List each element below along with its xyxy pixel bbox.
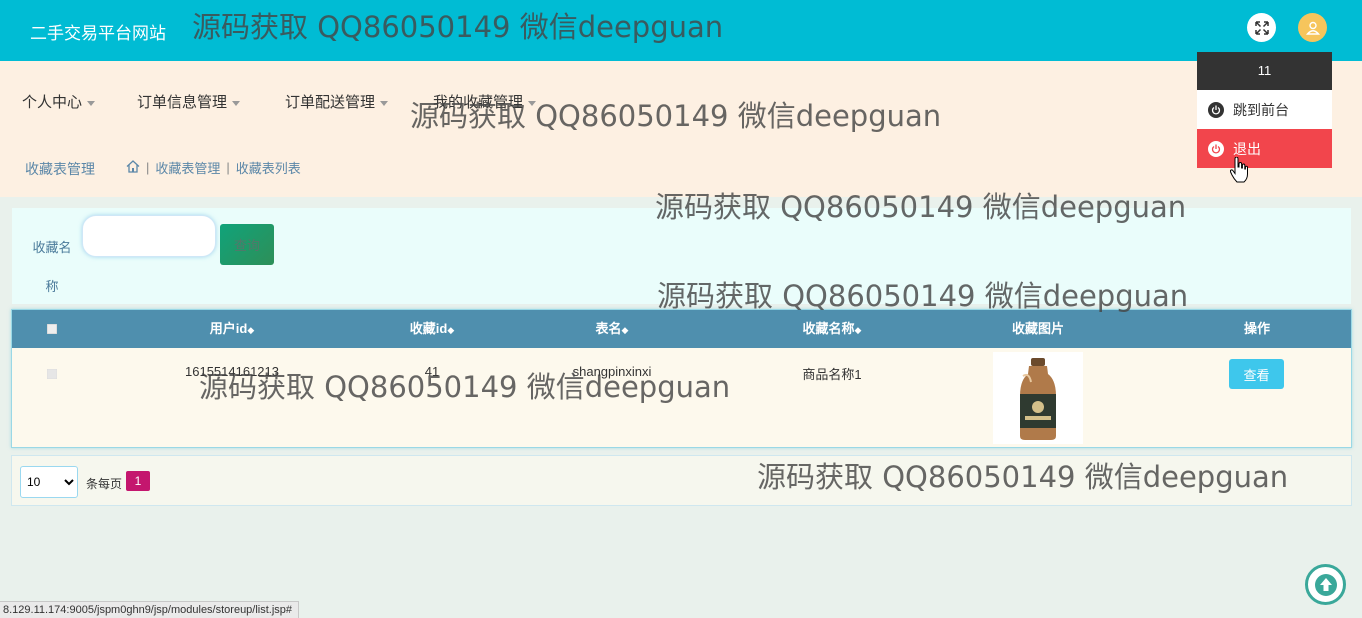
chevron-down-icon bbox=[528, 100, 537, 106]
nav-item-order-info[interactable]: 订单信息管理 bbox=[137, 91, 241, 112]
go-to-frontend-item[interactable]: 跳到前台 bbox=[1197, 90, 1332, 129]
search-button[interactable]: 查询 bbox=[220, 224, 274, 265]
select-all-checkbox[interactable] bbox=[47, 324, 57, 334]
power-icon bbox=[1208, 101, 1224, 118]
favorites-table: 用户id◆ 收藏id◆ 表名◆ 收藏名称◆ 收藏图片 操作 1615514161… bbox=[11, 309, 1352, 448]
column-header-fav-image: 收藏图片 bbox=[1011, 321, 1064, 336]
search-label: 收藏名称 bbox=[32, 240, 72, 294]
logout-power-icon bbox=[1208, 140, 1224, 157]
cell-user-id: 1615514161213 bbox=[185, 364, 279, 379]
user-avatar-icon[interactable] bbox=[1298, 13, 1327, 42]
home-icon[interactable] bbox=[126, 159, 140, 176]
status-url-bar: 8.129.11.174:9005/jspm0ghn9/jsp/modules/… bbox=[0, 601, 300, 618]
page-size-select[interactable]: 10 bbox=[20, 466, 78, 498]
sort-icon: ◆ bbox=[621, 325, 629, 335]
view-button[interactable]: 查看 bbox=[1229, 359, 1284, 389]
nav-item-my-favorites[interactable]: 我的收藏管理 bbox=[433, 91, 537, 112]
breadcrumb-separator: | bbox=[146, 160, 150, 175]
logout-item[interactable]: 退出 bbox=[1197, 129, 1332, 168]
column-header-user-id[interactable]: 用户id◆ bbox=[187, 310, 277, 348]
column-header-actions: 操作 bbox=[1243, 321, 1270, 336]
column-header-fav-id[interactable]: 收藏id◆ bbox=[387, 310, 477, 348]
sort-icon: ◆ bbox=[447, 325, 455, 335]
breadcrumb-bar: 收藏表管理 | 收藏表管理 | 收藏表列表 bbox=[0, 137, 1362, 197]
sort-icon: ◆ bbox=[247, 325, 255, 335]
fav-name-search-input[interactable] bbox=[82, 215, 216, 257]
per-page-label: 条每页 bbox=[86, 477, 123, 491]
nav-item-order-delivery[interactable]: 订单配送管理 bbox=[285, 91, 389, 112]
chevron-down-icon bbox=[87, 100, 96, 106]
page-number-button[interactable]: 1 bbox=[126, 471, 150, 491]
user-dropdown-menu: 11 跳到前台 退出 bbox=[1197, 52, 1332, 168]
sort-icon: ◆ bbox=[854, 325, 862, 335]
breadcrumb-separator: | bbox=[226, 160, 230, 175]
row-checkbox[interactable] bbox=[47, 369, 57, 379]
top-bar: 二手交易平台网站 bbox=[0, 0, 1362, 61]
hand-cursor-icon bbox=[1230, 157, 1248, 183]
column-header-fav-name[interactable]: 收藏名称◆ bbox=[777, 310, 887, 348]
scroll-to-top-button[interactable] bbox=[1305, 564, 1346, 605]
main-nav: 个人中心 订单信息管理 订单配送管理 我的收藏管理 bbox=[0, 61, 1362, 137]
breadcrumb-link-storeup[interactable]: 收藏表管理 bbox=[155, 158, 220, 177]
chevron-down-icon bbox=[380, 100, 389, 106]
arrow-up-icon bbox=[1314, 573, 1337, 596]
site-title: 二手交易平台网站 bbox=[30, 24, 166, 43]
nav-item-personal-center[interactable]: 个人中心 bbox=[22, 91, 96, 112]
breadcrumb-link-storeup-list[interactable]: 收藏表列表 bbox=[236, 158, 301, 177]
breadcrumb: | 收藏表管理 | 收藏表列表 bbox=[126, 158, 301, 177]
chevron-down-icon bbox=[232, 100, 241, 106]
page-title: 收藏表管理 bbox=[25, 161, 95, 177]
cell-fav-name: 商品名称1 bbox=[802, 367, 862, 382]
cell-fav-id: 41 bbox=[424, 364, 440, 379]
dropdown-username: 11 bbox=[1197, 52, 1332, 90]
search-panel: 收藏名称 查询 bbox=[12, 208, 1351, 304]
fullscreen-icon[interactable] bbox=[1247, 13, 1276, 42]
pagination: 10 条每页 1 bbox=[11, 455, 1352, 506]
product-image bbox=[993, 352, 1083, 444]
column-header-table-name[interactable]: 表名◆ bbox=[567, 310, 657, 348]
cell-table-name: shangpinxinxi bbox=[572, 364, 652, 379]
table-header: 用户id◆ 收藏id◆ 表名◆ 收藏名称◆ 收藏图片 操作 bbox=[12, 310, 1351, 348]
